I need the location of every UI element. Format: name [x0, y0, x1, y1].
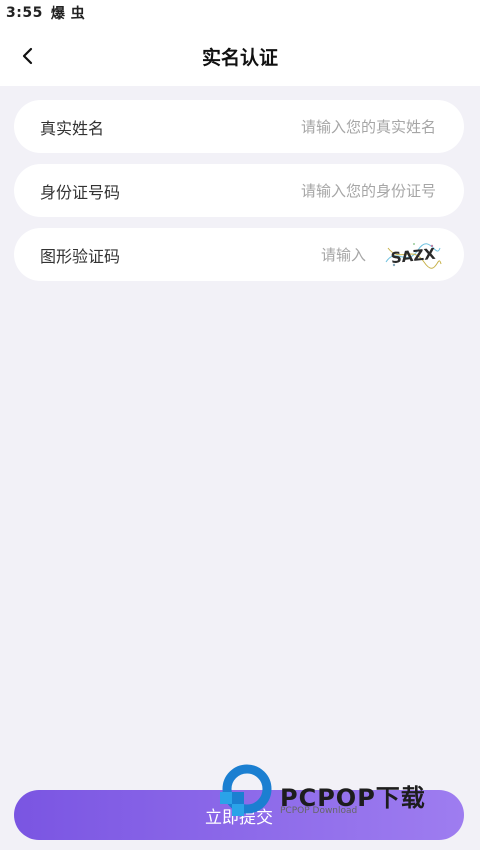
nav-bar: 实名认证: [0, 26, 480, 86]
real-name-label: 真实姓名: [40, 118, 105, 138]
real-name-row: 真实姓名: [14, 100, 464, 153]
id-number-input[interactable]: [120, 180, 438, 201]
status-app-name: 爆 虫: [50, 6, 86, 22]
chevron-left-icon: [22, 47, 33, 65]
captcha-label: 图形验证码: [40, 246, 121, 266]
id-number-label: 身份证号码: [40, 182, 121, 202]
submit-button[interactable]: 立即提交: [14, 790, 464, 840]
captcha-input[interactable]: [120, 244, 368, 265]
captcha-image[interactable]: SAZX: [384, 239, 442, 270]
back-button[interactable]: [10, 38, 46, 74]
form-area: 真实姓名 身份证号码 图形验证码 SAZX: [0, 86, 480, 850]
id-number-row: 身份证号码: [14, 164, 464, 217]
captcha-row: 图形验证码 SAZX: [14, 228, 464, 281]
real-name-input[interactable]: [104, 116, 438, 137]
status-bar: 3:55 爆 虫: [0, 0, 480, 26]
status-time: 3:55: [6, 5, 43, 21]
page-title: 实名认证: [201, 46, 278, 69]
